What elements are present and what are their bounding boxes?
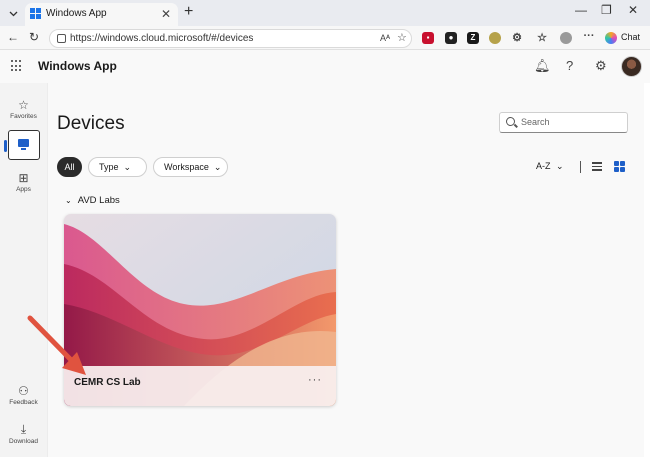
- star-icon: ☆: [18, 98, 29, 112]
- rail-item-label: Feedback: [9, 399, 38, 406]
- favorites-icon[interactable]: ☆: [536, 32, 548, 44]
- minimize-icon[interactable]: —: [575, 3, 587, 17]
- chevron-down-icon: [9, 11, 18, 17]
- filter-label: Type: [99, 162, 119, 172]
- refresh-icon[interactable]: ↻: [29, 30, 39, 44]
- browser-tab[interactable]: Windows App ✕: [25, 3, 178, 26]
- app-header: Windows App 🔔︎ ? ⚙: [0, 50, 650, 83]
- device-card[interactable]: CEMR CS Lab ···: [64, 214, 336, 406]
- rail-item-devices[interactable]: [4, 130, 40, 160]
- device-card-footer: CEMR CS Lab ···: [64, 366, 336, 406]
- chat-label: Chat: [621, 32, 641, 42]
- back-icon[interactable]: ←: [7, 30, 19, 44]
- search-input[interactable]: Search: [499, 112, 628, 133]
- filter-workspace-dropdown[interactable]: Workspace ⌄: [153, 157, 228, 177]
- main-content: Devices Search All Type ⌄ Workspace ⌄ A-Z …: [47, 83, 644, 457]
- rail-item-feedback[interactable]: ⚇ Feedback: [2, 384, 45, 406]
- tab-title: Windows App: [46, 8, 107, 19]
- app-launcher-icon[interactable]: [11, 60, 23, 72]
- extension-z-icon[interactable]: Z: [467, 32, 479, 44]
- extension-red-icon[interactable]: ▪: [422, 32, 434, 44]
- rail-item-apps[interactable]: ⊞ Apps: [2, 171, 45, 193]
- chevron-down-icon: ⌄: [65, 196, 72, 205]
- page-title: Devices: [57, 113, 125, 134]
- read-aloud-icon[interactable]: Aᴬ: [380, 33, 390, 43]
- address-bar[interactable]: https://windows.cloud.microsoft/#/device…: [49, 29, 412, 48]
- lock-icon: [57, 34, 66, 43]
- chevron-down-icon: ⌄: [213, 162, 222, 172]
- close-window-icon[interactable]: ✕: [628, 3, 638, 17]
- monitor-icon: [18, 139, 29, 147]
- grid-view-icon[interactable]: [614, 161, 625, 172]
- tab-actions-menu[interactable]: [6, 6, 21, 21]
- rail-item-label: Apps: [16, 186, 31, 193]
- extensions-puzzle-icon[interactable]: ⚙: [511, 32, 523, 44]
- browser-toolbar: ← ↻ https://windows.cloud.microsoft/#/de…: [0, 26, 650, 50]
- chevron-down-icon: ⌄: [556, 161, 564, 171]
- restore-icon[interactable]: ❐: [601, 3, 612, 17]
- extension-round-icon[interactable]: [489, 32, 501, 44]
- extension-dark-icon[interactable]: ●: [445, 32, 457, 44]
- device-name: CEMR CS Lab: [74, 377, 141, 388]
- copilot-chat-button[interactable]: Chat: [603, 29, 647, 47]
- group-header[interactable]: ⌄ AVD Labs: [65, 195, 120, 206]
- monitor-stand: [21, 148, 26, 150]
- rail-item-download[interactable]: ⤓ Download: [2, 422, 45, 445]
- settings-gear-icon[interactable]: ⚙: [595, 58, 607, 74]
- toolbar-divider: [580, 161, 581, 173]
- sort-label: A-Z: [536, 161, 551, 171]
- filter-all[interactable]: All: [57, 157, 82, 177]
- filter-type-dropdown[interactable]: Type ⌄: [88, 157, 147, 177]
- windows-logo-icon: [30, 8, 41, 19]
- chevron-down-icon: ⌄: [123, 162, 132, 172]
- browser-tab-bar: Windows App ✕ + — ❐ ✕: [0, 0, 650, 26]
- rail-item-label: Download: [9, 438, 38, 445]
- tab-close-icon[interactable]: ✕: [161, 7, 171, 21]
- download-icon: ⤓: [20, 422, 27, 436]
- avatar[interactable]: [621, 56, 642, 77]
- search-icon: [506, 117, 515, 126]
- profile-icon[interactable]: [560, 32, 572, 44]
- app-title: Windows App: [38, 59, 117, 73]
- more-options-icon[interactable]: ···: [308, 374, 322, 386]
- active-indicator: [4, 140, 7, 152]
- sort-dropdown[interactable]: A-Z ⌄: [536, 161, 564, 172]
- rail-item-favorites[interactable]: ☆ Favorites: [2, 98, 45, 120]
- more-options-icon[interactable]: ···: [583, 31, 595, 44]
- filter-label: All: [64, 162, 75, 172]
- url-text: https://windows.cloud.microsoft/#/device…: [70, 33, 254, 44]
- search-placeholder: Search: [521, 117, 550, 127]
- notifications-icon[interactable]: 🔔︎: [534, 58, 551, 74]
- rail-item-label: Favorites: [10, 113, 37, 120]
- list-view-icon[interactable]: [592, 162, 602, 171]
- filter-label: Workspace: [164, 162, 209, 172]
- copilot-icon: [605, 32, 617, 44]
- group-name: AVD Labs: [77, 195, 120, 206]
- apps-icon: ⊞: [18, 171, 29, 185]
- favorite-star-icon[interactable]: ☆: [397, 31, 407, 44]
- feedback-icon: ⚇: [18, 384, 29, 398]
- new-tab-icon[interactable]: +: [184, 3, 193, 21]
- help-icon[interactable]: ?: [566, 58, 573, 73]
